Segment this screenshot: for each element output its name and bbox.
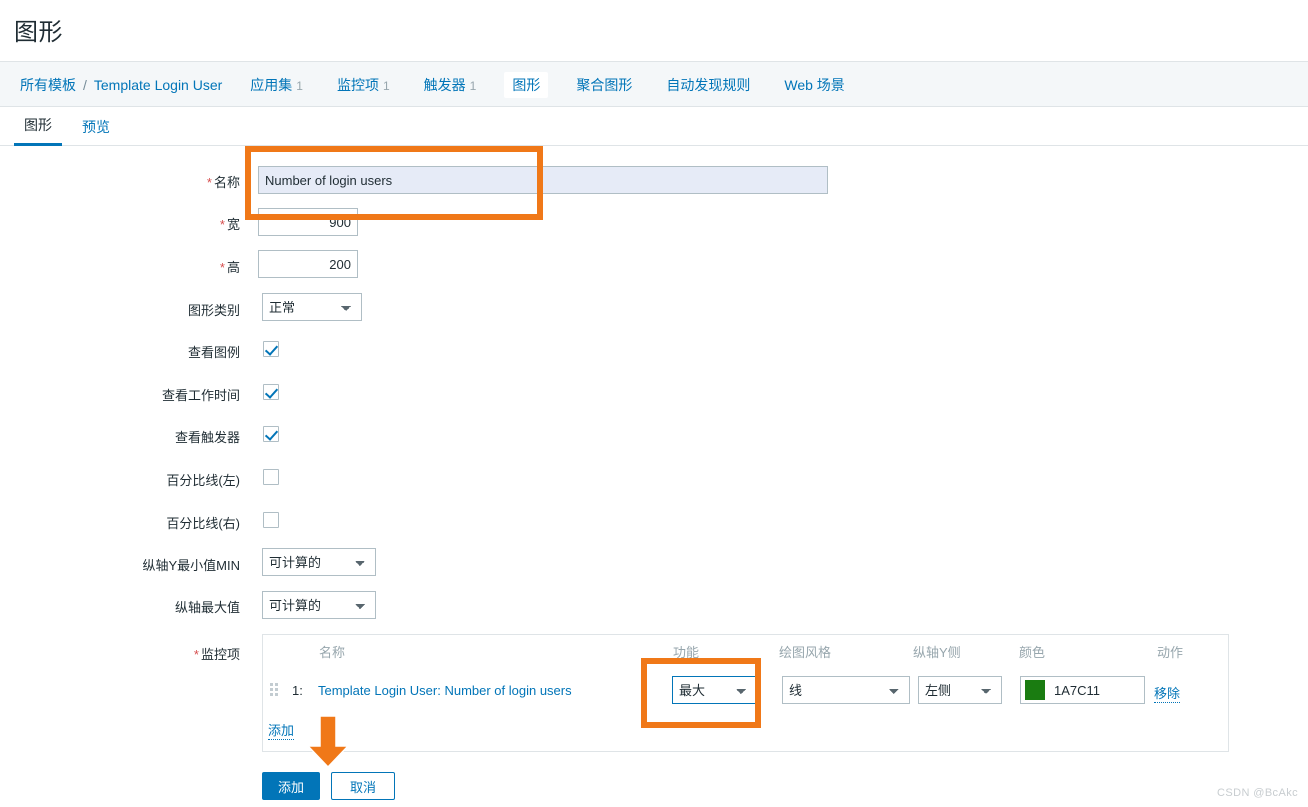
name-required-mark: * — [206, 175, 212, 190]
y-min-label: 纵轴Y最小值MIN — [142, 558, 240, 573]
function-select[interactable]: 全部最小平均最大 — [672, 676, 757, 704]
name-label: * 名称 — [206, 175, 240, 190]
y-side-select[interactable]: 左侧右侧 — [918, 676, 1002, 704]
width-input[interactable] — [258, 208, 358, 236]
height-label: * 高 — [219, 260, 240, 275]
draw-style-select[interactable]: 线填充区域粗线点虚线渐变线 — [782, 676, 910, 704]
nav-item-triggers-label: 触发器 — [423, 76, 466, 93]
sub-tab-bar: 图形 预览 — [0, 107, 1308, 146]
show-legend-checkbox[interactable] — [263, 341, 279, 357]
width-label: * 宽 — [219, 217, 240, 232]
y-min-select[interactable]: 可计算的固定的监控项 — [262, 548, 376, 576]
percentile-left-checkbox[interactable] — [263, 469, 279, 485]
nav-item-discovery-rules[interactable]: 自动发现规则 — [660, 72, 756, 98]
remove-item-link[interactable]: 移除 — [1154, 683, 1181, 703]
items-header-name: 名称 — [319, 644, 346, 660]
nav-item-applications-count: 1 — [296, 78, 303, 93]
show-working-time-checkbox[interactable] — [263, 384, 279, 400]
breadcrumb-separator: / — [83, 76, 87, 93]
nav-item-items[interactable]: 监控项 1 — [331, 72, 396, 98]
row-index: 1: — [292, 683, 303, 698]
cancel-button[interactable]: 取消 — [331, 772, 395, 800]
tab-graph[interactable]: 图形 — [14, 107, 62, 146]
tab-preview[interactable]: 预览 — [72, 107, 120, 146]
items-header-y-side: 纵轴Y侧 — [913, 644, 961, 660]
name-input[interactable] — [258, 166, 828, 194]
nav-item-triggers[interactable]: 触发器 1 — [418, 72, 483, 98]
item-name-link[interactable]: Template Login User: Number of login use… — [318, 683, 572, 698]
nav-item-screens[interactable]: 聚合图形 — [570, 72, 638, 98]
show-legend-label: 查看图例 — [187, 345, 240, 360]
items-header-function: 功能 — [673, 644, 700, 660]
y-max-label: 纵轴最大值 — [174, 600, 240, 615]
items-required-mark: * — [193, 647, 199, 662]
breadcrumb-all-templates-link[interactable]: 所有模板 — [20, 75, 76, 95]
drag-handle-icon[interactable] — [270, 683, 279, 696]
graph-type-label: 图形类别 — [187, 303, 240, 318]
nav-item-triggers-count: 1 — [469, 78, 477, 93]
nav-item-web-scenarios-label: Web 场景 — [784, 76, 845, 93]
nav-item-applications[interactable]: 应用集 1 — [244, 72, 309, 98]
breadcrumb-template-link[interactable]: Template Login User — [94, 77, 222, 93]
percentile-left-label: 百分比线(左) — [166, 473, 240, 488]
nav-item-discovery-rules-label: 自动发现规则 — [666, 76, 751, 93]
nav-item-items-count: 1 — [382, 78, 390, 93]
nav-item-applications-label: 应用集 — [250, 76, 293, 93]
watermark: CSDN @BcAkc — [1217, 787, 1298, 799]
percentile-right-checkbox[interactable] — [263, 512, 279, 528]
height-input[interactable] — [258, 250, 358, 278]
items-header-draw-style: 绘图风格 — [779, 644, 832, 660]
nav-item-items-label: 监控项 — [336, 76, 379, 93]
add-item-link[interactable]: 添加 — [268, 720, 295, 740]
show-triggers-checkbox[interactable] — [263, 426, 279, 442]
items-header-color: 颜色 — [1019, 644, 1046, 660]
show-working-time-label: 查看工作时间 — [161, 388, 240, 403]
nav-item-graphs-label: 图形 — [512, 76, 541, 93]
width-required-mark: * — [219, 217, 225, 232]
percentile-right-label: 百分比线(右) — [166, 516, 240, 531]
zabbix-graph-form-page: 图形 所有模板 / Template Login User 应用集 1 监控项 … — [0, 0, 1308, 807]
submit-button[interactable]: 添加 — [262, 772, 320, 800]
color-picker[interactable]: 1A7C11 — [1020, 676, 1145, 704]
height-required-mark: * — [219, 260, 225, 275]
graph-type-select[interactable]: 正常堆叠图饼图分解图 — [262, 293, 362, 321]
page-title: 图形 — [14, 19, 63, 46]
items-header-action: 动作 — [1157, 644, 1184, 660]
color-swatch-icon — [1024, 679, 1046, 701]
nav-item-screens-label: 聚合图形 — [576, 76, 633, 93]
items-label: * 监控项 — [193, 647, 240, 662]
color-hex-value: 1A7C11 — [1054, 682, 1101, 698]
breadcrumb-nav-bar: 所有模板 / Template Login User 应用集 1 监控项 1 触… — [0, 62, 1308, 107]
show-triggers-label: 查看触发器 — [174, 430, 240, 445]
nav-item-graphs[interactable]: 图形 — [504, 71, 549, 98]
y-max-select[interactable]: 可计算的固定的监控项 — [262, 591, 376, 619]
nav-item-web-scenarios[interactable]: Web 场景 — [778, 72, 850, 98]
